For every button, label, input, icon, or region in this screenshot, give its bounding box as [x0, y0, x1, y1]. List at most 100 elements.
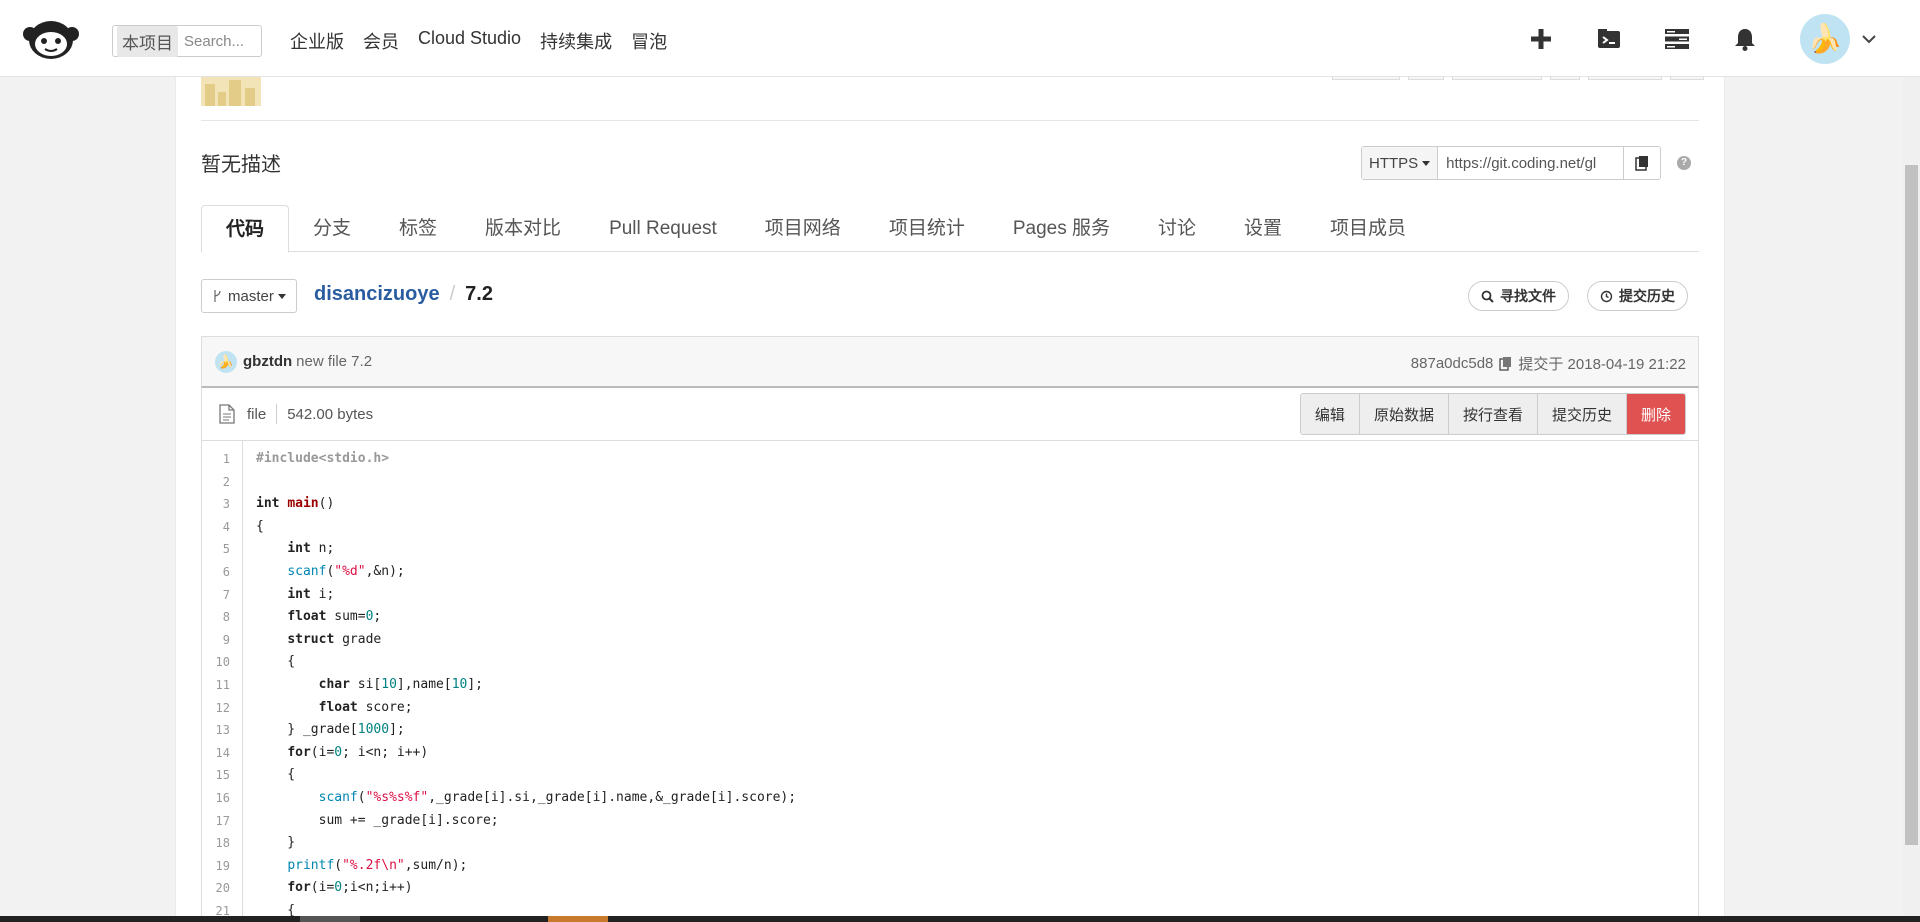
- line-number[interactable]: 16: [202, 787, 242, 810]
- taskbar-item[interactable]: [300, 916, 360, 922]
- user-avatar[interactable]: 🍌: [1800, 13, 1850, 64]
- page-scrollbar[interactable]: [1903, 77, 1920, 922]
- code-viewer: 1 2 3 4 5 6 7 8 9 10 11 12 13 14 15 16 17 18 19 20 21 #inclu…: [201, 441, 1699, 922]
- tab-branches[interactable]: 分支: [289, 205, 375, 252]
- tab-tags[interactable]: 标签: [375, 205, 461, 252]
- branch-selector[interactable]: master: [201, 279, 297, 313]
- find-file-button[interactable]: 寻找文件: [1468, 281, 1569, 311]
- line-number[interactable]: 1: [202, 448, 242, 471]
- help-icon[interactable]: ?: [1677, 156, 1691, 170]
- delete-button[interactable]: 删除: [1626, 394, 1685, 434]
- line-number[interactable]: 7: [202, 584, 242, 607]
- breadcrumb: disancizuoye / 7.2: [314, 283, 493, 306]
- history-button[interactable]: 提交历史: [1587, 281, 1688, 311]
- history-label: 提交历史: [1619, 288, 1675, 304]
- coding-monkey-logo[interactable]: [22, 16, 80, 60]
- line-number[interactable]: 8: [202, 606, 242, 629]
- commit-author[interactable]: gbztdn: [243, 353, 292, 370]
- copy-icon[interactable]: [1499, 356, 1512, 371]
- file-size: 542.00 bytes: [287, 405, 374, 423]
- tab-members[interactable]: 项目成员: [1306, 205, 1430, 252]
- author-avatar[interactable]: 🍌: [215, 350, 237, 373]
- code-line: ​: [256, 471, 1698, 494]
- line-number[interactable]: 9: [202, 629, 242, 652]
- line-number[interactable]: 18: [202, 832, 242, 855]
- line-number[interactable]: 17: [202, 810, 242, 833]
- line-number[interactable]: 19: [202, 855, 242, 878]
- top-navbar: 本项目 Search... 企业版 会员 Cloud Studio 持续集成 冒…: [0, 0, 1920, 77]
- tab-pull-request[interactable]: Pull Request: [585, 205, 741, 252]
- line-number[interactable]: 12: [202, 697, 242, 720]
- tab-settings[interactable]: 设置: [1220, 205, 1306, 252]
- terminal-folder-icon[interactable]: [1596, 26, 1622, 52]
- code-line: } _grade[1000];: [256, 722, 405, 738]
- line-number[interactable]: 3: [202, 493, 242, 516]
- main-nav: 企业版 会员 Cloud Studio 持续集成 冒泡: [290, 28, 686, 54]
- line-number[interactable]: 10: [202, 651, 242, 674]
- code-content: #include<stdio.h> ​ int main() { int n; sca…: [256, 448, 1698, 922]
- code-line: struct grade: [287, 631, 382, 647]
- file-icon: [219, 404, 235, 424]
- line-number[interactable]: 20: [202, 877, 242, 900]
- line-number[interactable]: 6: [202, 561, 242, 584]
- file-actions: 编辑 原始数据 按行查看 提交历史 删除: [1299, 393, 1686, 435]
- nav-enterprise[interactable]: 企业版: [290, 28, 344, 54]
- taskbar: [0, 916, 1920, 922]
- tab-discussion[interactable]: 讨论: [1134, 205, 1220, 252]
- line-number[interactable]: 15: [202, 764, 242, 787]
- tab-network[interactable]: 项目网络: [741, 205, 865, 252]
- server-list-icon[interactable]: [1664, 26, 1690, 52]
- file-type: file: [247, 405, 267, 423]
- line-gutter: 1 2 3 4 5 6 7 8 9 10 11 12 13 14 15 16 17 18 19 20 21: [202, 441, 243, 922]
- repo-tabs: 代码 分支 标签 版本对比 Pull Request 项目网络 项目统计 Pag…: [201, 205, 1699, 253]
- code-line: #include<stdio.h>: [256, 451, 390, 466]
- tab-pages[interactable]: Pages 服务: [989, 205, 1134, 252]
- line-number[interactable]: 5: [202, 538, 242, 561]
- scrollbar-thumb[interactable]: [1905, 165, 1918, 845]
- commit-hash[interactable]: 887a0dc5d8: [1411, 355, 1494, 372]
- nav-cloud-studio[interactable]: Cloud Studio: [418, 28, 521, 54]
- search-input[interactable]: Search...: [184, 33, 244, 50]
- line-number[interactable]: 13: [202, 719, 242, 742]
- breadcrumb-separator: /: [449, 283, 456, 305]
- breadcrumb-file: 7.2: [465, 283, 493, 305]
- file-history-button[interactable]: 提交历史: [1537, 394, 1627, 434]
- search-box[interactable]: 本项目 Search...: [112, 25, 262, 57]
- chevron-down-icon[interactable]: [1862, 32, 1876, 46]
- bell-icon[interactable]: [1732, 26, 1758, 52]
- nav-member[interactable]: 会员: [363, 28, 399, 54]
- divider: [276, 404, 278, 424]
- breadcrumb-repo[interactable]: disancizuoye: [314, 283, 440, 306]
- search-icon: [1481, 290, 1494, 303]
- line-number[interactable]: 2: [202, 471, 242, 494]
- tab-compare[interactable]: 版本对比: [461, 205, 585, 252]
- code-line: char si[10],name[10];: [318, 676, 484, 692]
- tab-code[interactable]: 代码: [201, 205, 290, 253]
- clone-url-input[interactable]: https://git.coding.net/gl: [1438, 147, 1625, 179]
- line-number[interactable]: 11: [202, 674, 242, 697]
- last-commit-bar: 🍌 gbztdn new file 7.2 887a0dc5d8 提交于 201…: [201, 336, 1699, 388]
- nav-bubble[interactable]: 冒泡: [631, 28, 667, 54]
- nav-ci[interactable]: 持续集成: [540, 28, 612, 54]
- code-line: int main(): [256, 496, 335, 512]
- code-line: float score;: [318, 699, 413, 715]
- clipboard-icon: [1635, 156, 1649, 171]
- code-line: int n;: [287, 541, 335, 557]
- commit-meta: 887a0dc5d8 提交于 2018-04-19 21:22: [1411, 353, 1686, 374]
- search-scope[interactable]: 本项目: [117, 25, 178, 57]
- line-number[interactable]: 4: [202, 516, 242, 539]
- taskbar-item[interactable]: [548, 916, 608, 922]
- copy-button[interactable]: [1624, 147, 1660, 179]
- plus-icon[interactable]: [1528, 26, 1554, 52]
- code-line: {: [256, 518, 264, 534]
- edit-button[interactable]: 编辑: [1300, 394, 1360, 434]
- blame-button[interactable]: 按行查看: [1448, 394, 1538, 434]
- line-number[interactable]: 14: [202, 742, 242, 765]
- tab-stats[interactable]: 项目统计: [865, 205, 989, 252]
- commit-message[interactable]: new file 7.2: [296, 353, 372, 370]
- code-line: }: [256, 835, 296, 851]
- code-line: scanf("%s%s%f",_grade[i].si,_grade[i].na…: [318, 789, 797, 805]
- raw-button[interactable]: 原始数据: [1359, 394, 1449, 434]
- code-line: scanf("%d",&n);: [287, 563, 405, 579]
- clone-protocol-dropdown[interactable]: HTTPS: [1362, 147, 1439, 179]
